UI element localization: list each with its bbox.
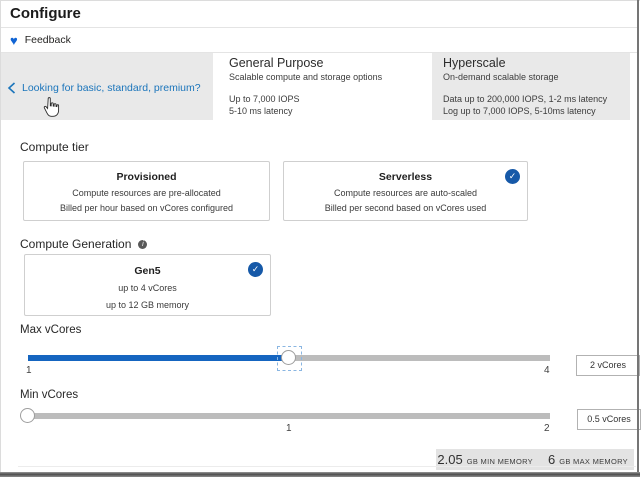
tier-card-spec: 5-10 ms latency [229,106,293,116]
tier-card-spec: Log up to 7,000 IOPS, 5-10ms latency [443,106,596,116]
max-vcores-max-tick: 4 [544,365,550,376]
max-memory-value: 6 [547,452,556,467]
card-line: up to 4 vCores [118,283,177,293]
tier-card-name: General Purpose [229,56,324,70]
max-memory-summary: 6 GB MAX MEMORY [548,452,628,467]
back-to-basic-tiers-card[interactable]: Looking for basic, standard, premium? [1,53,213,120]
card-line: Billed per hour based on vCores configur… [59,203,234,213]
max-vcores-min-tick: 1 [26,365,32,376]
frame-border-left [0,0,1,473]
min-memory-summary: 2.05 GB MIN MEMORY [437,452,533,467]
max-vcores-slider[interactable] [28,346,550,371]
card-title: Provisioned [116,171,177,183]
min-vcores-value-input[interactable]: 0.5 vCores [577,409,641,430]
card-title: Serverless [378,171,433,183]
feedback-button[interactable]: Feedback [10,30,71,50]
frame-border-top [0,0,640,1]
compute-tier-label: Compute tier [20,140,89,154]
compute-tier-card-serverless[interactable]: Serverless Compute resources are auto-sc… [283,161,528,221]
frame-border-bottom [0,472,640,477]
card-title: Gen5 [134,265,161,277]
compute-generation-card-gen5[interactable]: Gen5 up to 4 vCores up to 12 GB memory [24,254,271,316]
card-line: Compute resources are pre-allocated [72,188,221,198]
tier-card-desc: Scalable compute and storage options [229,72,383,82]
tier-card-spec: Data up to 200,000 IOPS, 1-2 ms latency [443,94,608,104]
title-divider [1,27,637,28]
frame-border-right [637,0,639,473]
card-line: Billed per second based on vCores used [324,203,487,213]
tier-card-desc: On-demand scalable storage [443,72,559,82]
tier-card-spec: Up to 7,000 IOPS [229,94,300,104]
max-vcores-label: Max vCores [20,324,82,336]
chevron-left-icon [7,82,16,94]
min-vcores-max-tick: 2 [544,423,550,434]
compute-generation-label: Compute Generation [20,237,148,251]
compute-generation-text: Compute Generation [20,237,132,251]
max-memory-unit: GB MAX MEMORY [559,457,628,466]
hand-cursor-icon [43,97,60,117]
min-vcores-mid-tick: 1 [286,423,292,434]
slider-track[interactable] [28,413,550,419]
min-vcores-label: Min vCores [20,389,79,401]
tier-card-hyperscale[interactable]: Hyperscale On-demand scalable storage Da… [432,53,630,120]
tier-card-general-purpose[interactable]: General Purpose Scalable compute and sto… [218,53,430,120]
compute-tier-card-provisioned[interactable]: Provisioned Compute resources are pre-al… [23,161,270,221]
info-icon[interactable] [138,239,148,249]
min-memory-value: 2.05 [437,452,463,467]
card-line: Compute resources are auto-scaled [333,188,478,198]
basic-standard-premium-link[interactable]: Looking for basic, standard, premium? [22,82,201,94]
heart-icon [10,34,18,47]
slider-fill [28,355,289,361]
feedback-label: Feedback [24,34,71,46]
min-memory-unit: GB MIN MEMORY [466,457,533,466]
tier-card-name: Hyperscale [443,56,506,70]
min-vcores-slider-thumb[interactable] [20,408,35,423]
configure-blade: Configure Feedback Looking for basic, st… [0,0,642,482]
footer-divider [18,466,636,467]
card-line: up to 12 GB memory [105,300,190,310]
max-vcores-value-input[interactable]: 2 vCores [576,355,640,376]
page-title: Configure [10,5,81,22]
max-vcores-slider-thumb[interactable] [281,350,296,365]
